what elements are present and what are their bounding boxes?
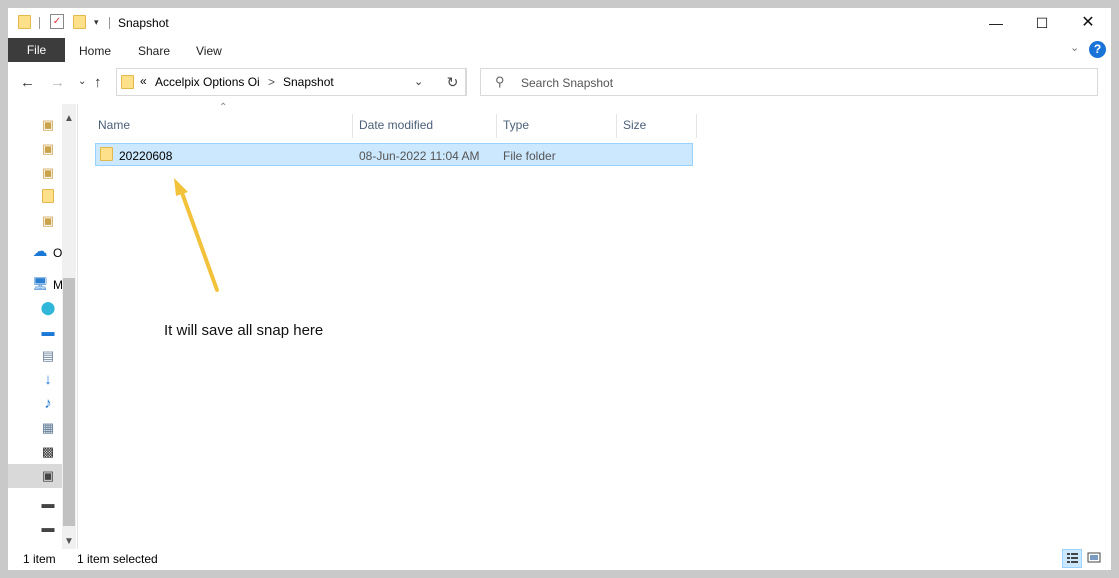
breadcrumb-accelpix[interactable]: Accelpix Options Oi — [155, 75, 260, 89]
selection-status: 1 item selected — [77, 552, 158, 566]
user-folder-icon[interactable]: ▣ — [40, 213, 56, 229]
column-divider[interactable] — [696, 114, 697, 138]
folder-icon — [18, 15, 31, 29]
help-button[interactable]: ? — [1089, 41, 1106, 58]
music-icon[interactable]: ♪ — [40, 396, 56, 412]
scroll-down-icon[interactable]: ▼ — [64, 536, 74, 547]
column-divider[interactable] — [616, 114, 617, 138]
status-bar: 1 item 1 item selected — [8, 549, 1111, 570]
close-button[interactable]: ✕ — [1065, 8, 1111, 38]
customize-toolbar-icon[interactable]: ▾ — [94, 17, 99, 28]
column-header-date-modified[interactable]: Date modified — [359, 118, 433, 132]
file-type: File folder — [503, 149, 556, 163]
navigation-pane: ▣ ▣ ▣ ▣ ☁ O 🖥 M ⬤ ▬ ▤ ↓ ♪ ▦ ▩ ▣ ▬ ▬ ▲ ▼ — [8, 104, 78, 549]
address-bar[interactable]: « Accelpix Options Oi > Snapshot ⌄ — [116, 68, 466, 96]
search-box[interactable]: ⚲ Search Snapshot — [480, 68, 1098, 96]
user-folder-icon[interactable]: ▣ — [40, 141, 56, 157]
window-title: Snapshot — [118, 16, 169, 30]
explorer-window: ✓ ▾ Snapshot — ☐ ✕ File Home Share View … — [8, 8, 1111, 570]
drive-icon[interactable]: ▬ — [40, 520, 56, 536]
column-divider[interactable] — [496, 114, 497, 138]
column-divider[interactable] — [352, 114, 353, 138]
refresh-button[interactable]: ↻ — [439, 68, 467, 96]
breadcrumb-separator[interactable]: > — [268, 75, 275, 89]
forward-button[interactable]: → — [50, 74, 65, 91]
pictures-icon[interactable]: ▦ — [40, 420, 56, 436]
item-count: 1 item — [23, 552, 56, 566]
recent-locations-icon[interactable]: ⌄ — [78, 76, 86, 87]
ribbon: File Home Share View ⌄ ? — [8, 38, 1111, 64]
maximize-button[interactable]: ☐ — [1019, 8, 1065, 38]
annotation-arrow — [174, 178, 219, 292]
documents-icon[interactable]: ▤ — [40, 348, 56, 364]
tab-view[interactable]: View — [196, 44, 222, 58]
pane-divider — [77, 104, 78, 549]
onedrive-icon[interactable]: ☁ — [32, 244, 48, 260]
large-icons-view-icon — [1087, 552, 1101, 563]
separator — [39, 17, 40, 29]
details-view-icon — [1067, 553, 1078, 563]
expand-ribbon-icon[interactable]: ⌄ — [1070, 41, 1079, 54]
separator — [109, 17, 110, 29]
address-dropdown-icon[interactable]: ⌄ — [414, 75, 423, 88]
file-date: 08-Jun-2022 11:04 AM — [359, 149, 480, 163]
scrollbar-thumb[interactable] — [63, 278, 75, 526]
minimize-button[interactable]: — — [973, 8, 1019, 38]
title-bar: ✓ ▾ Snapshot — ☐ ✕ — [8, 8, 1111, 38]
column-header-type[interactable]: Type — [503, 118, 529, 132]
downloads-icon[interactable]: ↓ — [40, 372, 56, 388]
back-button[interactable]: ← — [20, 74, 35, 91]
3d-objects-icon[interactable]: ⬤ — [40, 300, 56, 316]
scroll-up-icon[interactable]: ▲ — [64, 113, 74, 124]
breadcrumb-snapshot[interactable]: Snapshot — [283, 75, 334, 89]
local-disk-icon[interactable]: ▣ — [40, 468, 56, 484]
tab-home[interactable]: Home — [79, 44, 111, 58]
desktop-icon[interactable]: ▬ — [40, 324, 56, 340]
annotation-note: It will save all snap here — [164, 322, 324, 339]
tab-file[interactable]: File — [8, 38, 65, 62]
search-input[interactable]: Search Snapshot — [521, 76, 613, 90]
navigation-bar: ← → ⌄ ↑ « Accelpix Options Oi > Snapshot… — [8, 66, 1111, 100]
up-button[interactable]: ↑ — [94, 74, 102, 91]
column-header-size[interactable]: Size — [623, 118, 646, 132]
tab-share[interactable]: Share — [138, 44, 170, 58]
file-list: ⌃ Name Date modified Type Size 20220608 … — [86, 102, 1106, 549]
breadcrumb-overflow[interactable]: « — [140, 74, 147, 88]
details-view-button[interactable] — [1062, 549, 1082, 568]
user-folder-icon[interactable]: ▣ — [40, 117, 56, 133]
properties-icon[interactable]: ✓ — [50, 14, 64, 29]
user-folder-icon[interactable]: ▣ — [40, 165, 56, 181]
videos-icon[interactable]: ▩ — [40, 444, 56, 460]
folder-icon[interactable] — [40, 189, 56, 205]
new-folder-icon[interactable] — [73, 15, 86, 29]
onedrive-label[interactable]: O — [53, 246, 62, 260]
this-pc-icon[interactable]: 🖥 — [32, 276, 49, 292]
folder-icon — [121, 75, 134, 89]
large-icons-view-button[interactable] — [1085, 549, 1105, 568]
search-icon: ⚲ — [495, 74, 505, 89]
drive-icon[interactable]: ▬ — [40, 496, 56, 512]
